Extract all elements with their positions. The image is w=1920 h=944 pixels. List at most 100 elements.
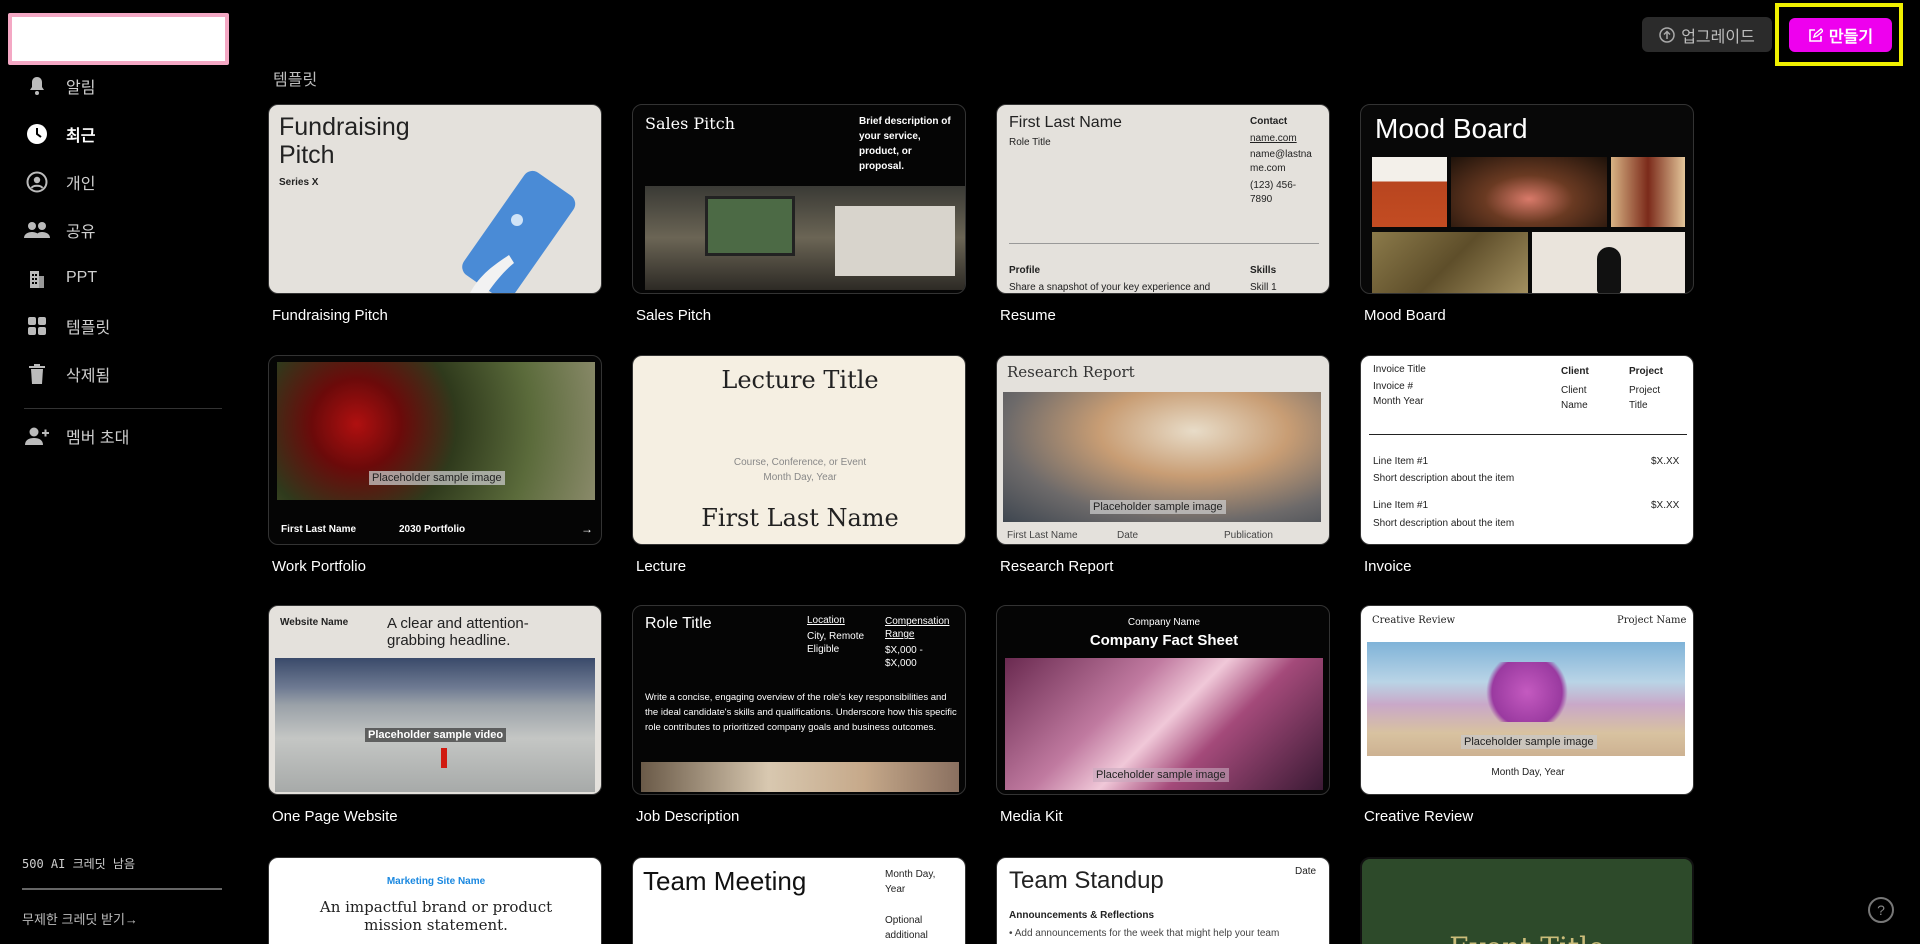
thumb-line-item: Line Item #1 bbox=[1373, 456, 1429, 467]
workspace-switcher[interactable] bbox=[8, 13, 229, 65]
thumb-section: Announcements & Reflections bbox=[1009, 910, 1155, 921]
create-button[interactable]: 만들기 bbox=[1789, 18, 1892, 52]
thumb-site-name: Website Name bbox=[280, 617, 349, 628]
thumb-divider bbox=[1369, 434, 1687, 435]
thumb-skills-heading: Skills bbox=[1250, 265, 1277, 276]
template-name: Invoice bbox=[1364, 558, 1412, 575]
mood-image bbox=[1372, 157, 1447, 227]
trash-icon bbox=[24, 361, 50, 387]
people-icon bbox=[24, 217, 50, 243]
credits-divider bbox=[22, 888, 222, 890]
thumb-line-price: $X.XX bbox=[1651, 500, 1680, 511]
thumb-optional: Optional additional bbox=[885, 915, 928, 941]
thumb-title: Event Title bbox=[1362, 931, 1692, 944]
template-thumbnail: Role Title Location City, Remote Eligibl… bbox=[632, 605, 966, 795]
sidebar-item-personal[interactable]: 개인 bbox=[24, 168, 95, 196]
sidebar-item-recent[interactable]: 최근 bbox=[24, 120, 95, 148]
upgrade-label: 업그레이드 bbox=[1681, 28, 1755, 46]
building-icon bbox=[24, 265, 50, 291]
thumb-title: Fundraising Pitch bbox=[279, 113, 410, 169]
thumb-location: City, Remote Eligible bbox=[807, 631, 865, 655]
thumb-role: Role Title bbox=[645, 615, 712, 632]
thumb-comp-heading: Compensation Range bbox=[885, 616, 950, 640]
invite-members-button[interactable]: 멤버 초대 bbox=[24, 422, 129, 450]
thumb-title: Company Fact Sheet bbox=[1089, 632, 1239, 649]
template-thumbnail: Website Name A clear and attention-grabb… bbox=[268, 605, 602, 795]
sidebar-item-label: PPT bbox=[66, 269, 98, 286]
credits-remaining: 500 AI 크레딧 남음 bbox=[22, 857, 135, 871]
template-thumbnail: Company Name Company Fact Sheet Placehol… bbox=[996, 605, 1330, 795]
sidebar-item-notifications[interactable]: 알림 bbox=[24, 72, 95, 100]
thumb-date: Month Day, Year bbox=[763, 472, 837, 483]
sidebar: 알림 최근 개인 공유 PPT 템플릿 삭제됨 멤버 초대 500 AI 크레딧… bbox=[0, 0, 232, 944]
bell-icon bbox=[24, 73, 50, 99]
sidebar-item-label: 삭제됨 bbox=[66, 368, 111, 385]
sidebar-item-shared[interactable]: 공유 bbox=[24, 216, 95, 244]
template-name: Media Kit bbox=[1000, 808, 1063, 825]
mood-image bbox=[1611, 157, 1685, 227]
thumb-month-year: Month Year bbox=[1373, 396, 1424, 407]
thumb-line-desc: Short description about the item bbox=[1373, 518, 1515, 529]
upload-circle-icon bbox=[1659, 26, 1675, 43]
thumb-client-heading: Client bbox=[1561, 366, 1589, 377]
template-name: One Page Website bbox=[272, 808, 398, 825]
thumb-date: Date bbox=[1117, 530, 1139, 541]
template-thumbnail: Marketing Site Name An impactful brand o… bbox=[268, 857, 602, 944]
thumb-email: name@lastname.com bbox=[1250, 149, 1312, 174]
mood-image bbox=[1451, 157, 1607, 227]
clock-icon bbox=[24, 121, 50, 147]
thumb-divider bbox=[1009, 243, 1319, 244]
template-name: Resume bbox=[1000, 307, 1056, 324]
thumb-title: Team Meeting bbox=[643, 866, 807, 896]
thumb-title: Lecture Title bbox=[721, 366, 879, 394]
template-name: Creative Review bbox=[1364, 808, 1474, 825]
sidebar-item-trash[interactable]: 삭제됨 bbox=[24, 360, 110, 388]
sidebar-item-label: 알림 bbox=[66, 80, 96, 97]
thumb-body: Write a concise, engaging overview of th… bbox=[645, 692, 957, 733]
thumb-title: Research Report bbox=[1007, 363, 1135, 381]
sidebar-item-label: 공유 bbox=[66, 224, 96, 241]
thumb-project: Project Title bbox=[1629, 385, 1661, 411]
thumb-contact-heading: Contact bbox=[1250, 116, 1288, 127]
thumb-line-desc: Short description about the item bbox=[1373, 473, 1515, 484]
template-name: Mood Board bbox=[1364, 307, 1446, 324]
sidebar-item-label: 개인 bbox=[66, 176, 96, 193]
image-placeholder-label: Placeholder sample image bbox=[1090, 500, 1226, 514]
section-title: 템플릿 bbox=[273, 72, 318, 89]
template-thumbnail: Mood Board bbox=[1360, 104, 1694, 294]
template-thumbnail: Research Report Placeholder sample image… bbox=[996, 355, 1330, 545]
thumb-title: Sales Pitch bbox=[645, 114, 735, 133]
template-thumbnail: Sales Pitch Brief description of your se… bbox=[632, 104, 966, 294]
thumb-profile-heading: Profile bbox=[1009, 265, 1041, 276]
upgrade-button[interactable]: 업그레이드 bbox=[1642, 17, 1772, 52]
edit-icon bbox=[1809, 27, 1823, 42]
thumb-date: Month Day, Year bbox=[1491, 767, 1565, 778]
thumb-comp: $X,000 - $X,000 bbox=[885, 645, 923, 669]
thumb-line-price: $X.XX bbox=[1651, 456, 1680, 467]
grid-icon bbox=[24, 313, 50, 339]
thumb-site-name: Marketing Site Name bbox=[386, 876, 486, 887]
unlimited-credits-link[interactable]: 무제한 크레딧 받기→ bbox=[22, 909, 138, 928]
template-thumbnail: Fundraising Pitch Series X bbox=[268, 104, 602, 294]
thumb-line-item: Line Item #1 bbox=[1373, 500, 1429, 511]
sidebar-item-label: 템플릿 bbox=[66, 320, 111, 337]
person-icon bbox=[24, 169, 50, 195]
sidebar-item-ppt[interactable]: PPT bbox=[24, 264, 97, 292]
thumb-title: Invoice Title bbox=[1373, 364, 1426, 375]
invite-label: 멤버 초대 bbox=[66, 430, 130, 447]
website-video bbox=[275, 658, 595, 792]
sidebar-item-templates[interactable]: 템플릿 bbox=[24, 312, 110, 340]
kitchen-image bbox=[645, 186, 965, 290]
help-button[interactable]: ? bbox=[1868, 897, 1894, 923]
template-thumbnail: Team Meeting Month Day, Year Optional ad… bbox=[632, 857, 966, 944]
thumb-date: Date bbox=[1295, 866, 1317, 877]
create-highlight: 만들기 bbox=[1775, 3, 1903, 66]
thumb-company: Company Name bbox=[1127, 617, 1201, 628]
sidebar-item-label: 최근 bbox=[66, 128, 96, 145]
thumb-name: First Last Name bbox=[701, 504, 899, 532]
thumb-name: First Last Name bbox=[281, 524, 357, 535]
template-thumbnail: Creative Review Project Name Placeholder… bbox=[1360, 605, 1694, 795]
template-thumbnail: Event Title bbox=[1360, 857, 1694, 944]
video-placeholder-label: Placeholder sample video bbox=[365, 728, 507, 742]
question-icon: ? bbox=[1877, 902, 1885, 918]
